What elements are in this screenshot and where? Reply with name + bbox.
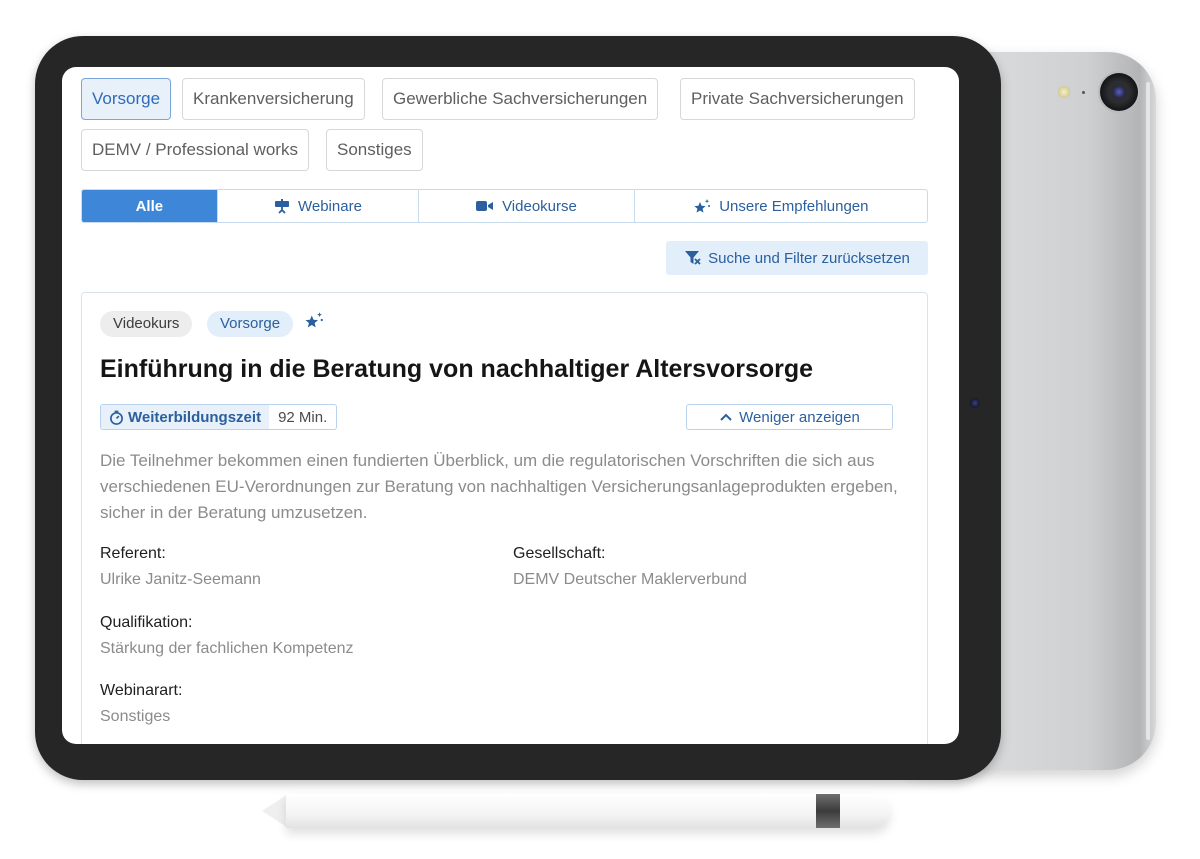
pencil-band [816,794,840,828]
show-less-label: Weniger anzeigen [739,408,860,426]
microphone-dot [1082,91,1085,94]
gesellschaft-label: Gesellschaft: [513,545,606,562]
referent-label: Referent: [100,545,166,562]
category-chip-krankenversicherung[interactable]: Krankenversicherung [182,78,365,120]
reset-filters-button[interactable]: Suche und Filter zurücksetzen [666,241,928,275]
tab-unsere-empfehlungen[interactable]: Unsere Empfehlungen [635,190,927,222]
video-camera-icon [476,201,494,211]
reset-filters-label: Suche und Filter zurücksetzen [708,249,910,267]
course-description: Die Teilnehmer bekommen einen fundierten… [100,451,898,522]
stylus-pencil [286,794,890,828]
camera-flash [1058,86,1070,98]
content-type-tabs: Alle Webinare Videokurse Unsere Empfehlu… [81,189,928,223]
case-edge-highlight [1146,82,1150,740]
rear-camera-icon [1100,73,1138,111]
gesellschaft-value: DEMV Deutscher Maklerverbund [513,571,747,588]
webinarart-value: Sonstiges [100,708,171,725]
tab-label: Unsere Empfehlungen [719,197,869,215]
duration-label: Weiterbildungszeit [128,408,262,426]
duration-value: 92 Min. [278,408,328,426]
duration-badge: Weiterbildungszeit 92 Min. [100,404,338,430]
sparkle-star-icon [694,199,711,213]
tablet-screen: Vorsorge Krankenversicherung Gewerbliche… [62,67,959,744]
tab-webinare[interactable]: Webinare [218,190,420,222]
tab-label: Webinare [297,197,362,215]
pencil-tip [262,794,288,828]
referent-value: Ulrike Janitz-Seemann [100,571,261,588]
course-type-tag: Videokurs [100,311,193,337]
category-chip-sonstiges[interactable]: Sonstiges [326,129,423,171]
course-title: Einführung in die Beratung von nachhalti… [100,355,814,383]
sparkle-star-icon [305,312,323,328]
presentation-icon [274,199,289,214]
qualifikation-label: Qualifikation: [100,614,193,631]
category-chip-private-sachversicherungen[interactable]: Private Sachversicherungen [680,78,915,120]
category-chip-gewerbliche-sachversicherungen[interactable]: Gewerbliche Sachversicherungen [382,78,659,120]
course-card: Videokurs Vorsorge Einführung in die Ber… [81,292,928,744]
tab-label: Alle [135,197,164,215]
course-category-tag: Vorsorge [207,311,294,337]
duration-label-box: Weiterbildungszeit [101,405,270,429]
show-less-button[interactable]: Weniger anzeigen [686,404,893,430]
filter-clear-icon [685,251,701,265]
chevron-up-icon [720,413,732,421]
tab-videokurse[interactable]: Videokurse [419,190,635,222]
qualifikation-value: Stärkung der fachlichen Kompetenz [100,640,354,657]
webinarart-label: Webinarart: [100,682,183,699]
timer-icon [110,410,123,425]
front-camera-icon [970,398,980,408]
tab-alle[interactable]: Alle [82,190,218,222]
tab-label: Videokurse [502,197,577,215]
category-chip-demv-professional-works[interactable]: DEMV / Professional works [81,129,309,171]
category-chip-vorsorge[interactable]: Vorsorge [81,78,172,120]
